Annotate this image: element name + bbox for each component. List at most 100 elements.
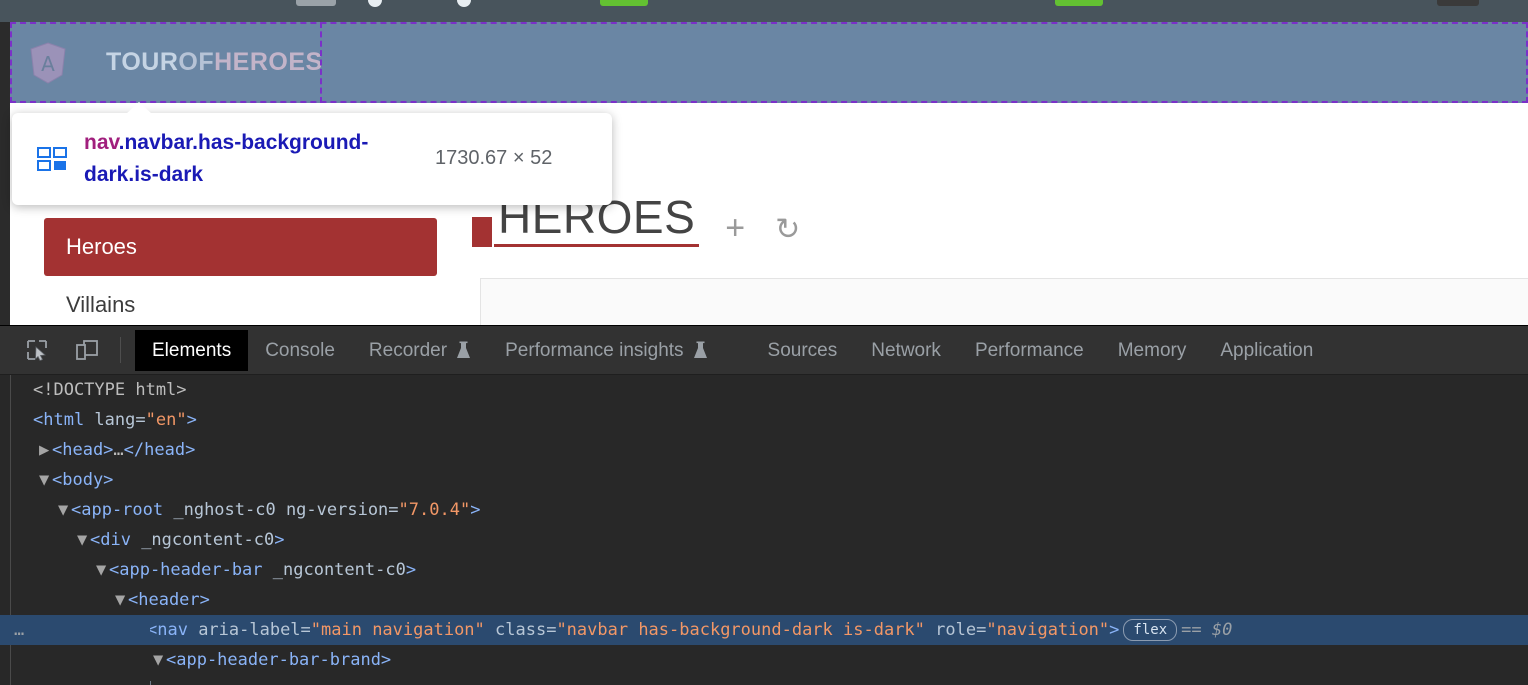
dom-tree-row[interactable]: ▼ <app-root _nghost-c0 ng-version="7.0.4"… — [0, 495, 1528, 525]
dom-tree-row[interactable]: ▼ <body> — [0, 465, 1528, 495]
dom-token: class= — [484, 620, 557, 640]
inspector-tooltip: nav.navbar.has-background-dark.is-dark 1… — [12, 102, 612, 205]
tab-console[interactable]: Console — [248, 330, 352, 371]
tab-performance-insights[interactable]: Performance insights — [488, 330, 724, 371]
browser-chip-green[interactable] — [1055, 0, 1103, 6]
tab-sources[interactable]: Sources — [751, 330, 855, 371]
flask-icon — [456, 341, 471, 360]
brand-heroes: HEROES — [214, 48, 323, 76]
dom-tree-row[interactable]: <!DOCTYPE html> — [0, 375, 1528, 405]
tooltip-arrow — [126, 102, 152, 114]
dom-token: <!DOCTYPE html> — [33, 380, 187, 400]
tab-memory[interactable]: Memory — [1101, 330, 1204, 371]
dom-token: <header> — [128, 590, 210, 610]
dom-node-icon — [36, 143, 68, 175]
inspect-element-icon[interactable] — [20, 333, 54, 367]
tab-label: Memory — [1117, 339, 1187, 361]
dom-tree[interactable]: <!DOCTYPE html> <html lang="en"> ▶ <head>…<… — [0, 375, 1528, 685]
collapse-arrow-icon[interactable]: ▼ — [96, 555, 109, 585]
toolbar-separator — [120, 337, 121, 363]
overflow-ellipsis[interactable]: … — [14, 615, 25, 645]
dom-token: > — [1109, 620, 1120, 640]
plus-icon[interactable]: + — [725, 211, 745, 247]
dom-token: > — [405, 560, 417, 580]
flask-icon — [693, 341, 708, 360]
dom-token: _nghost-c0 ng-version= — [173, 500, 399, 520]
browser-chip-dark[interactable] — [1437, 0, 1479, 6]
dom-token: _ngcontent-c0 — [141, 530, 275, 550]
dom-token: "en" — [145, 410, 187, 430]
tab-label: Performance — [974, 339, 1084, 361]
svg-text:A: A — [41, 52, 55, 76]
dom-token: lang= — [94, 410, 146, 430]
sidebar-item-villains[interactable]: Villains — [44, 276, 437, 325]
tab-label: Network — [871, 339, 941, 361]
collapse-arrow-icon[interactable]: ▼ — [153, 645, 166, 675]
dom-token: > — [186, 410, 197, 430]
tab-application[interactable]: Application — [1203, 330, 1330, 371]
browser-dot[interactable] — [457, 0, 471, 7]
site-navbar: A TOUROFHEROES — [10, 22, 1528, 103]
side-nav: Heroes Villains — [44, 218, 437, 325]
dom-token: <head> — [52, 440, 114, 460]
dom-tree-row[interactable]: ▼ <header> — [0, 585, 1528, 615]
tab-label: Console — [265, 339, 335, 361]
dom-tree-row[interactable]: ▼ <app-header-bar _ngcontent-c0> — [0, 555, 1528, 585]
tab-elements[interactable]: Elements — [135, 329, 249, 371]
tab-label: Recorder — [368, 339, 448, 361]
tab-label: Application — [1220, 339, 1314, 361]
dom-tree-row[interactable]: <html lang="en"> — [0, 405, 1528, 435]
hero-card[interactable]: Aslaug — [480, 278, 1528, 325]
dom-token: <app-header-bar — [109, 560, 273, 580]
brand-tour: TOUR — [106, 48, 179, 76]
dom-token: <app-root — [71, 500, 174, 520]
dom-token: <nav — [147, 620, 199, 640]
sidebar-item-heroes[interactable]: Heroes — [44, 218, 437, 276]
devtools-panel: Elements Console Recorder Performance in… — [0, 325, 1528, 685]
dom-tree-row[interactable]: ▼ <div _ngcontent-c0> — [0, 525, 1528, 555]
dom-token: == $0 — [1181, 620, 1233, 640]
dom-token: "7.0.4" — [398, 500, 471, 520]
dom-token: _ngcontent-c0 — [272, 560, 406, 580]
tab-label: Sources — [767, 339, 838, 361]
dom-tree-row-selected[interactable]: …▼<nav aria-label="main navigation" clas… — [0, 615, 1528, 645]
browser-chrome-strip — [0, 0, 1528, 22]
tab-label: Performance insights — [505, 339, 684, 361]
tab-recorder[interactable]: Recorder — [352, 330, 488, 371]
collapse-arrow-icon[interactable]: ▼ — [115, 585, 128, 615]
tab-label: Elements — [152, 339, 232, 361]
browser-dot[interactable] — [368, 0, 382, 7]
tab-performance[interactable]: Performance — [958, 330, 1101, 371]
collapse-arrow-icon[interactable]: ▼ — [77, 525, 90, 555]
heading-accent-block — [472, 216, 492, 247]
devtools-tabbar: Elements Console Recorder Performance in… — [0, 326, 1528, 375]
dom-token: aria-label= — [198, 620, 311, 640]
dom-token: > — [274, 530, 285, 550]
refresh-icon[interactable]: ↻ — [775, 214, 800, 247]
dom-token: "main navigation" — [310, 620, 485, 640]
dom-token: <html — [33, 410, 95, 430]
device-toolbar-icon[interactable] — [70, 333, 104, 367]
tooltip-tag-name: nav — [84, 131, 119, 154]
viewport-gutter — [0, 22, 10, 325]
navbar-brand[interactable]: A TOUROFHEROES — [10, 22, 323, 103]
dom-tree-row[interactable]: ▶ <head>…</head> — [0, 435, 1528, 465]
dom-token: "navbar has-background-dark is-dark" — [556, 620, 925, 640]
tooltip-dimensions: 1730.67 × 52 — [435, 147, 553, 170]
tooltip-selector: nav.navbar.has-background-dark.is-dark — [84, 127, 429, 191]
dom-token: <app-header-bar-brand> — [166, 650, 392, 670]
tab-network[interactable]: Network — [854, 330, 958, 371]
dom-tree-row[interactable]: ▼ <app-header-bar-brand> — [0, 645, 1528, 675]
expand-arrow-icon[interactable]: ▶ — [39, 435, 52, 465]
flex-badge[interactable]: flex — [1123, 619, 1178, 641]
collapse-arrow-icon[interactable]: ▼ — [58, 495, 71, 525]
dom-token: … — [113, 440, 124, 460]
content-header: HEROES + ↻ — [472, 194, 800, 247]
collapse-arrow-icon[interactable]: ▼ — [39, 465, 52, 495]
dom-token: "navigation" — [986, 620, 1110, 640]
dom-token: > — [470, 500, 481, 520]
browser-chip-green[interactable] — [600, 0, 648, 6]
browser-chip[interactable] — [296, 0, 336, 6]
angular-shield-icon: A — [28, 41, 68, 85]
dom-token: <div — [90, 530, 142, 550]
